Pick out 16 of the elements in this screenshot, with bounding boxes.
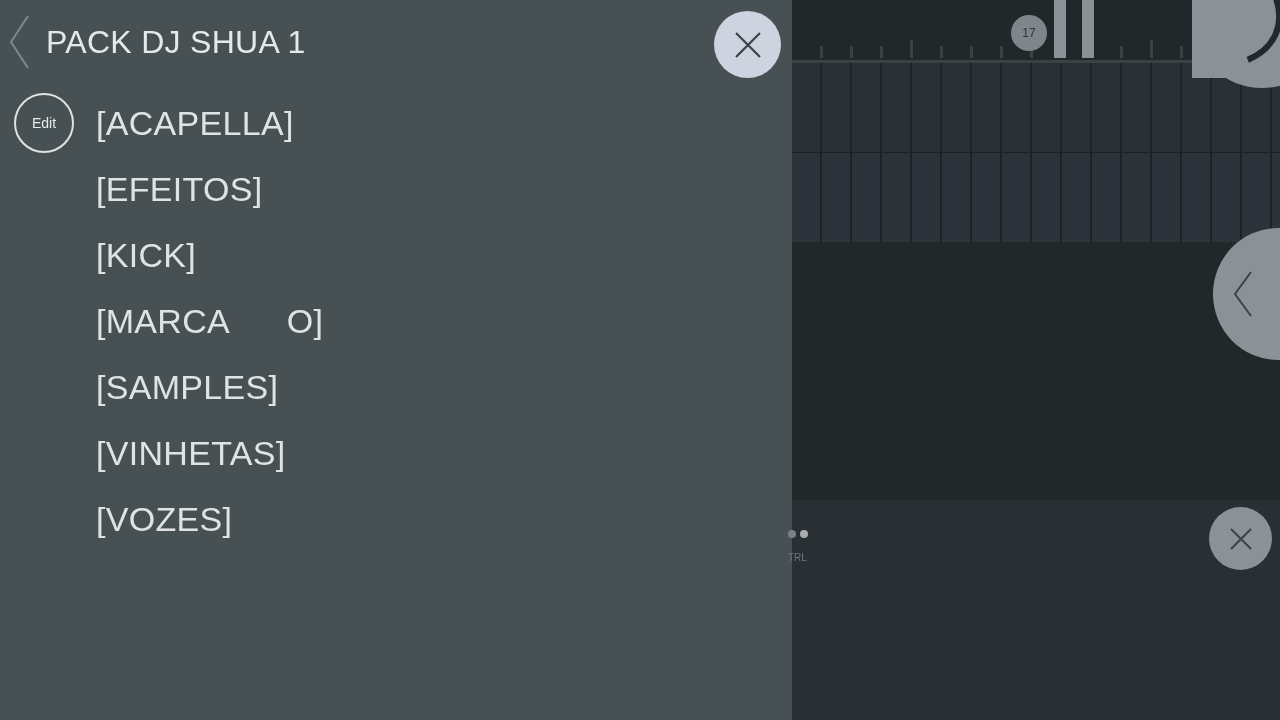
folder-item[interactable]: [SAMPLES]	[96, 367, 279, 407]
folder-title: PACK DJ SHUA 1	[46, 23, 306, 61]
control-label: TRL	[788, 552, 808, 563]
folder-item[interactable]: [VINHETAS]	[96, 433, 286, 473]
chevron-left-icon	[1233, 270, 1253, 318]
edit-button[interactable]: Edit	[14, 93, 74, 153]
folder-item[interactable]: [ACAPELLA]	[96, 103, 294, 143]
folder-item[interactable]: [EFEITOS]	[96, 169, 263, 209]
folder-item[interactable]: [VOZES]	[96, 499, 233, 539]
playhead-icon[interactable]	[1052, 0, 1094, 58]
folder-item[interactable]: [KICK]	[96, 235, 197, 275]
folder-item[interactable]: [MARCA O]	[96, 301, 324, 341]
bar-marker: 17	[1011, 15, 1047, 51]
close-icon	[733, 30, 762, 59]
dots-icon	[788, 530, 810, 538]
close-icon	[1228, 526, 1253, 551]
